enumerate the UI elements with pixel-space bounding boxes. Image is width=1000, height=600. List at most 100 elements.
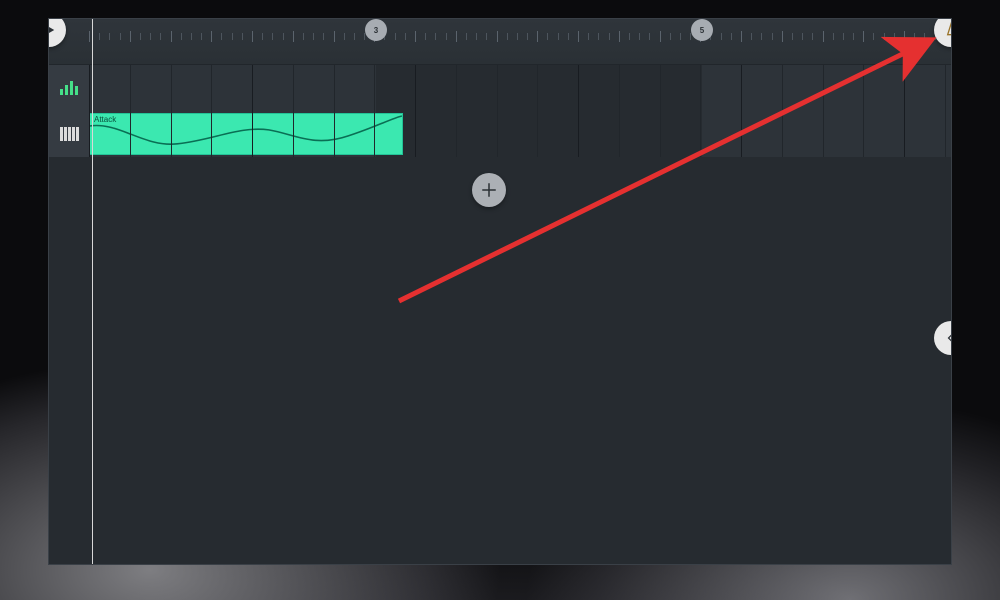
- tracks-area: Attack: [49, 65, 951, 157]
- loop-region: [376, 65, 702, 111]
- ruler-tick: [588, 33, 589, 40]
- ruler-tick: [843, 33, 844, 40]
- ruler-tick: [741, 31, 742, 42]
- ruler-tick: [914, 33, 915, 40]
- empty-area: [49, 157, 951, 564]
- ruler-tick: [272, 33, 273, 40]
- ruler-tick: [578, 31, 579, 42]
- grid-line: [456, 65, 457, 111]
- ruler-tick: [405, 33, 406, 40]
- ruler-tick: [670, 33, 671, 40]
- grid-line: [945, 65, 946, 111]
- playlist-panel: 35 Attack: [48, 18, 952, 565]
- grid-line: [863, 111, 864, 157]
- ruler-tick: [629, 33, 630, 40]
- ruler-tick: [619, 31, 620, 42]
- chevron-left-icon: [945, 332, 952, 344]
- track-header-stepseq[interactable]: [49, 65, 89, 111]
- grid-line: [741, 65, 742, 111]
- ruler-tick: [344, 33, 345, 40]
- ruler-tick: [782, 31, 783, 42]
- grid-line: [660, 65, 661, 111]
- clip-attack[interactable]: Attack: [89, 113, 403, 155]
- ruler-tick: [751, 33, 752, 40]
- grid-line: [823, 111, 824, 157]
- ruler-tick: [497, 31, 498, 42]
- ruler-tick: [211, 31, 212, 42]
- ruler-tick: [395, 33, 396, 40]
- ruler-tick: [924, 33, 925, 40]
- grid-line: [497, 111, 498, 157]
- grid-line: [578, 111, 579, 157]
- grid-line: [904, 111, 905, 157]
- ruler-tick: [884, 33, 885, 40]
- clip-automation-curve: [90, 114, 402, 155]
- grid-line: [700, 65, 701, 111]
- ruler-tick: [731, 33, 732, 40]
- grid-line: [89, 111, 90, 157]
- grid-line: [334, 65, 335, 111]
- bars-icon: [60, 81, 78, 95]
- grid-line: [823, 65, 824, 111]
- loop-region: [376, 111, 702, 157]
- grid-line: [334, 111, 335, 157]
- ruler-tick: [435, 33, 436, 40]
- ruler-tick: [639, 33, 640, 40]
- ruler-tick: [486, 33, 487, 40]
- ruler-tick: [517, 33, 518, 40]
- grid-line: [619, 111, 620, 157]
- ruler-tick: [221, 33, 222, 40]
- timeline-ruler[interactable]: 35: [49, 19, 951, 65]
- ruler-tick: [313, 33, 314, 40]
- grid-line: [497, 65, 498, 111]
- track-lane[interactable]: Attack: [89, 111, 951, 157]
- ruler-tick: [863, 31, 864, 42]
- ruler-tick: [171, 31, 172, 42]
- ruler-tick: [761, 33, 762, 40]
- bar-marker[interactable]: 3: [365, 19, 387, 41]
- ruler-tick: [598, 33, 599, 40]
- add-track-button[interactable]: [472, 173, 506, 207]
- grid-line: [211, 111, 212, 157]
- grid-line: [660, 111, 661, 157]
- ruler-tick: [323, 33, 324, 40]
- ruler-tick: [293, 31, 294, 42]
- ruler-tick: [334, 31, 335, 42]
- ruler-tick: [792, 33, 793, 40]
- track-lane[interactable]: [89, 65, 951, 111]
- track-header-pianoroll[interactable]: [49, 111, 89, 157]
- ruler-tick: [150, 33, 151, 40]
- play-icon: [48, 23, 56, 37]
- grid-line: [374, 65, 375, 111]
- grid-line: [863, 65, 864, 111]
- ruler-tick: [160, 33, 161, 40]
- ruler-tick: [609, 33, 610, 40]
- ruler-tick: [252, 31, 253, 42]
- ruler-tick: [507, 33, 508, 40]
- ruler-tick: [680, 33, 681, 40]
- ruler-tick: [109, 33, 110, 40]
- ruler-tick: [853, 33, 854, 40]
- grid-line: [945, 111, 946, 157]
- ruler-tick: [802, 33, 803, 40]
- ruler-tick: [425, 33, 426, 40]
- ruler-tick: [232, 33, 233, 40]
- ruler-tick: [833, 33, 834, 40]
- grid-line: [130, 65, 131, 111]
- grid-line: [293, 65, 294, 111]
- grid-line: [537, 111, 538, 157]
- ruler-tick: [476, 33, 477, 40]
- ruler-tick: [547, 33, 548, 40]
- grid-line: [782, 111, 783, 157]
- bar-marker[interactable]: 5: [691, 19, 713, 41]
- ruler-tick: [89, 31, 90, 42]
- ruler-tick: [894, 33, 895, 40]
- ruler-tick: [181, 33, 182, 40]
- ruler-tick: [812, 33, 813, 40]
- grid-line: [619, 65, 620, 111]
- grid-line: [171, 111, 172, 157]
- ruler-tick: [130, 31, 131, 42]
- ruler-tick: [191, 33, 192, 40]
- ruler-tick: [140, 33, 141, 40]
- grid-line: [537, 65, 538, 111]
